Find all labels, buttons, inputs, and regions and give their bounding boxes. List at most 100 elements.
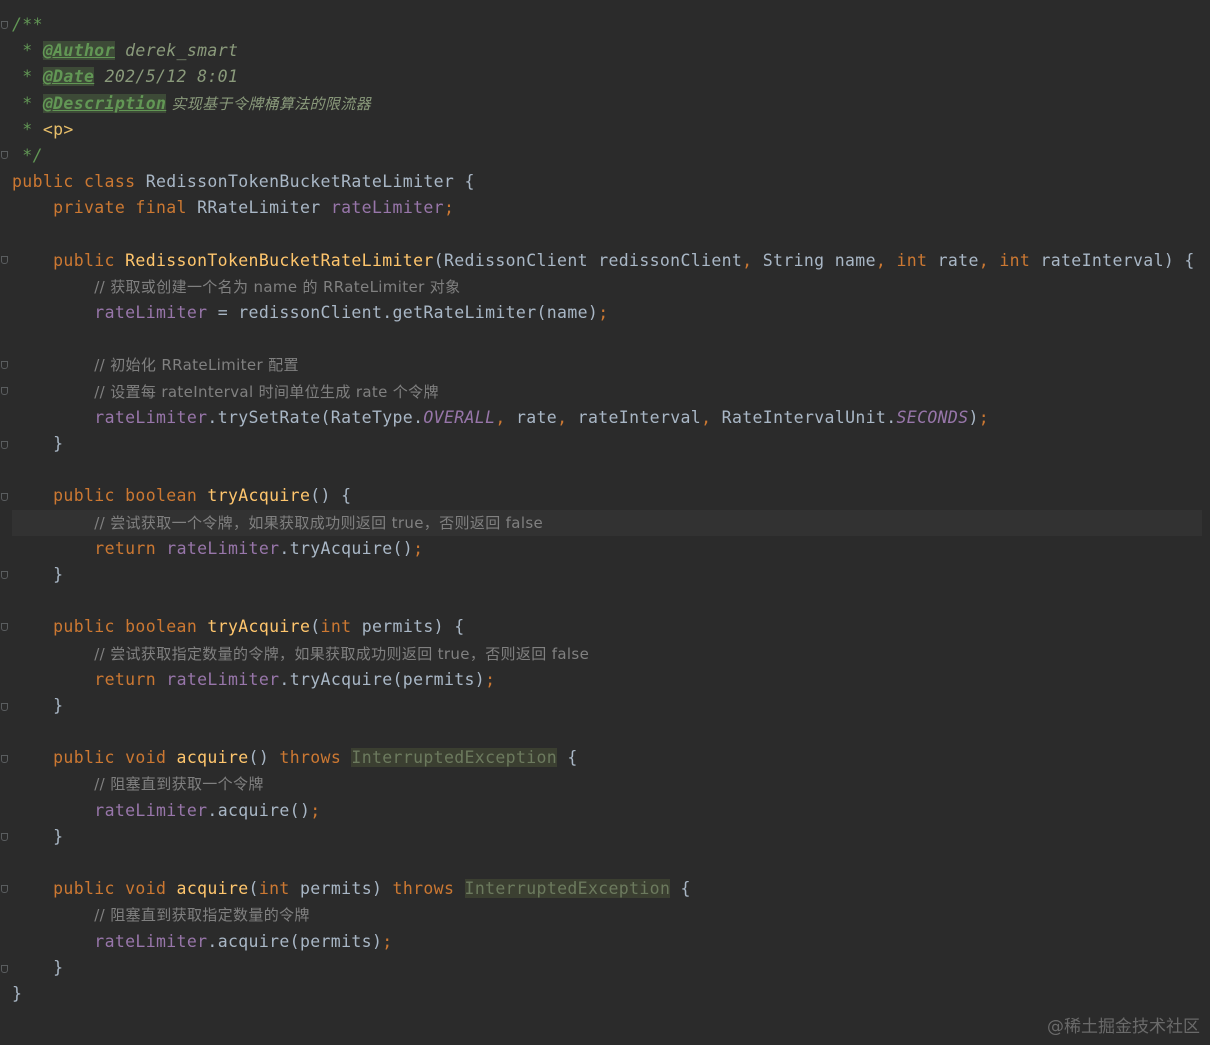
code-line-27[interactable]: } bbox=[12, 693, 1202, 719]
code-line-7[interactable]: public class RedissonTokenBucketRateLimi… bbox=[12, 169, 1202, 195]
code-line-29[interactable]: public void acquire() throws Interrupted… bbox=[12, 745, 1202, 771]
parameter: String name bbox=[752, 250, 876, 270]
line-comment: // 获取或创建一个名为 name 的 RRateLimiter 对象 bbox=[94, 277, 461, 296]
code-editor[interactable]: /** * @Author derek_smart * @Date 202/5/… bbox=[0, 0, 1210, 1045]
code-line-4[interactable]: * @Description 实现基于令牌桶算法的限流器 bbox=[12, 91, 1202, 117]
fold-marker-icon[interactable] bbox=[0, 150, 8, 159]
keyword-return: return bbox=[94, 538, 156, 558]
code-line-1[interactable]: /** bbox=[12, 12, 1202, 38]
closing-brace: } bbox=[12, 434, 64, 453]
paren: ( bbox=[310, 617, 321, 637]
code-line-21[interactable]: return rateLimiter.tryAcquire(); bbox=[12, 536, 1202, 562]
doc-tag-author: @Author bbox=[42, 41, 115, 61]
fold-marker-icon[interactable] bbox=[0, 964, 8, 973]
keyword-void: void bbox=[114, 748, 167, 768]
method-call: .trySetRate(RateType. bbox=[207, 407, 424, 427]
code-line-18[interactable] bbox=[12, 457, 1202, 483]
code-line-37[interactable]: } bbox=[12, 955, 1202, 981]
fold-marker-icon[interactable] bbox=[0, 20, 8, 29]
code-line-10[interactable]: public RedissonTokenBucketRateLimiter(Re… bbox=[12, 248, 1202, 274]
editor-gutter[interactable] bbox=[0, 0, 10, 1045]
doc-html-tag: <p> bbox=[42, 119, 74, 139]
code-line-20[interactable]: // 尝试获取一个令牌，如果获取成功则返回 true，否则返回 false bbox=[12, 509, 1202, 536]
fold-marker-icon[interactable] bbox=[0, 754, 8, 763]
code-line-33[interactable] bbox=[12, 850, 1202, 876]
doc-prefix: * bbox=[12, 67, 43, 87]
code-line-24[interactable]: public boolean tryAcquire(int permits) { bbox=[12, 614, 1202, 640]
method-call: .acquire(permits) bbox=[207, 931, 383, 951]
fold-marker-icon[interactable] bbox=[0, 832, 8, 841]
code-line-14[interactable]: // 初始化 RRateLimiter 配置 bbox=[12, 352, 1202, 378]
fold-marker-icon[interactable] bbox=[0, 622, 8, 631]
code-line-3[interactable]: * @Date 202/5/12 8:01 bbox=[12, 64, 1202, 90]
method-call: .acquire() bbox=[207, 800, 311, 820]
paren: ( bbox=[248, 879, 259, 899]
keyword-public: public bbox=[53, 486, 115, 506]
code-line-32[interactable]: } bbox=[12, 824, 1202, 850]
doc-tag-date: @Date bbox=[42, 67, 95, 87]
doc-prefix: * bbox=[12, 119, 43, 139]
method-name: acquire bbox=[166, 879, 249, 899]
fold-marker-icon[interactable] bbox=[0, 492, 8, 501]
fold-marker-icon[interactable] bbox=[0, 255, 8, 264]
fold-marker-icon[interactable] bbox=[0, 386, 8, 395]
code-line-26[interactable]: return rateLimiter.tryAcquire(permits); bbox=[12, 667, 1202, 693]
parameter: permits) bbox=[289, 879, 393, 899]
code-line-17[interactable]: } bbox=[12, 431, 1202, 457]
enum-constant: SECONDS bbox=[896, 407, 969, 427]
fold-marker-icon[interactable] bbox=[0, 702, 8, 711]
code-line-11[interactable]: // 获取或创建一个名为 name 的 RRateLimiter 对象 bbox=[12, 274, 1202, 300]
code-line-15[interactable]: // 设置每 rateInterval 时间单位生成 rate 个令牌 bbox=[12, 379, 1202, 405]
keyword-throws: throws bbox=[279, 748, 342, 768]
code-line-36[interactable]: rateLimiter.acquire(permits); bbox=[12, 929, 1202, 955]
code-line-16[interactable]: rateLimiter.trySetRate(RateType.OVERALL,… bbox=[12, 405, 1202, 431]
semicolon: ; bbox=[443, 198, 455, 218]
code-line-13[interactable] bbox=[12, 326, 1202, 352]
code-line-35[interactable]: // 阻塞直到获取指定数量的令牌 bbox=[12, 902, 1202, 928]
paren: () bbox=[248, 748, 280, 768]
fold-marker-icon[interactable] bbox=[0, 570, 8, 579]
code-line-2[interactable]: * @Author derek_smart bbox=[12, 38, 1202, 64]
code-line-30[interactable]: // 阻塞直到获取一个令牌 bbox=[12, 771, 1202, 797]
code-area[interactable]: /** * @Author derek_smart * @Date 202/5/… bbox=[12, 12, 1202, 1007]
comma: , bbox=[495, 407, 506, 427]
code-line-19[interactable]: public boolean tryAcquire() { bbox=[12, 483, 1202, 509]
comma: , bbox=[557, 407, 568, 427]
line-comment: // 尝试获取一个令牌，如果获取成功则返回 true，否则返回 false bbox=[94, 513, 544, 532]
code-line-28[interactable] bbox=[12, 719, 1202, 745]
enum-constant: OVERALL bbox=[423, 407, 496, 427]
code-line-9[interactable] bbox=[12, 222, 1202, 248]
fold-marker-icon[interactable] bbox=[0, 884, 8, 893]
code-line-25[interactable]: // 尝试获取指定数量的令牌，如果获取成功则返回 true，否则返回 false bbox=[12, 641, 1202, 667]
closing-brace: } bbox=[12, 564, 64, 584]
code-line-22[interactable]: } bbox=[12, 562, 1202, 588]
constructor-name: RedissonTokenBucketRateLimiter bbox=[114, 250, 434, 270]
comma: , bbox=[875, 250, 887, 270]
code-line-23[interactable] bbox=[12, 588, 1202, 614]
code-line-12[interactable]: rateLimiter = redissonClient.getRateLimi… bbox=[12, 300, 1202, 326]
fold-marker-icon[interactable] bbox=[0, 360, 8, 369]
code-line-31[interactable]: rateLimiter.acquire(); bbox=[12, 798, 1202, 824]
fold-marker-icon[interactable] bbox=[0, 440, 8, 449]
keyword-int: int bbox=[320, 617, 352, 637]
code-line-8[interactable]: private final RRateLimiter rateLimiter; bbox=[12, 195, 1202, 221]
method-call: .tryAcquire() bbox=[279, 538, 414, 558]
line-comment: // 设置每 rateInterval 时间单位生成 rate 个令牌 bbox=[94, 382, 439, 401]
code-line-6[interactable]: */ bbox=[12, 143, 1202, 169]
field-rate-limiter: rateLimiter bbox=[94, 303, 208, 323]
code-line-34[interactable]: public void acquire(int permits) throws … bbox=[12, 876, 1202, 902]
closing-brace: } bbox=[12, 826, 64, 846]
code-line-5[interactable]: * <p> bbox=[12, 117, 1202, 143]
code-line-38[interactable]: } bbox=[12, 981, 1202, 1007]
semicolon: ; bbox=[413, 538, 424, 558]
semicolon: ; bbox=[382, 931, 393, 951]
comma: , bbox=[978, 250, 990, 270]
